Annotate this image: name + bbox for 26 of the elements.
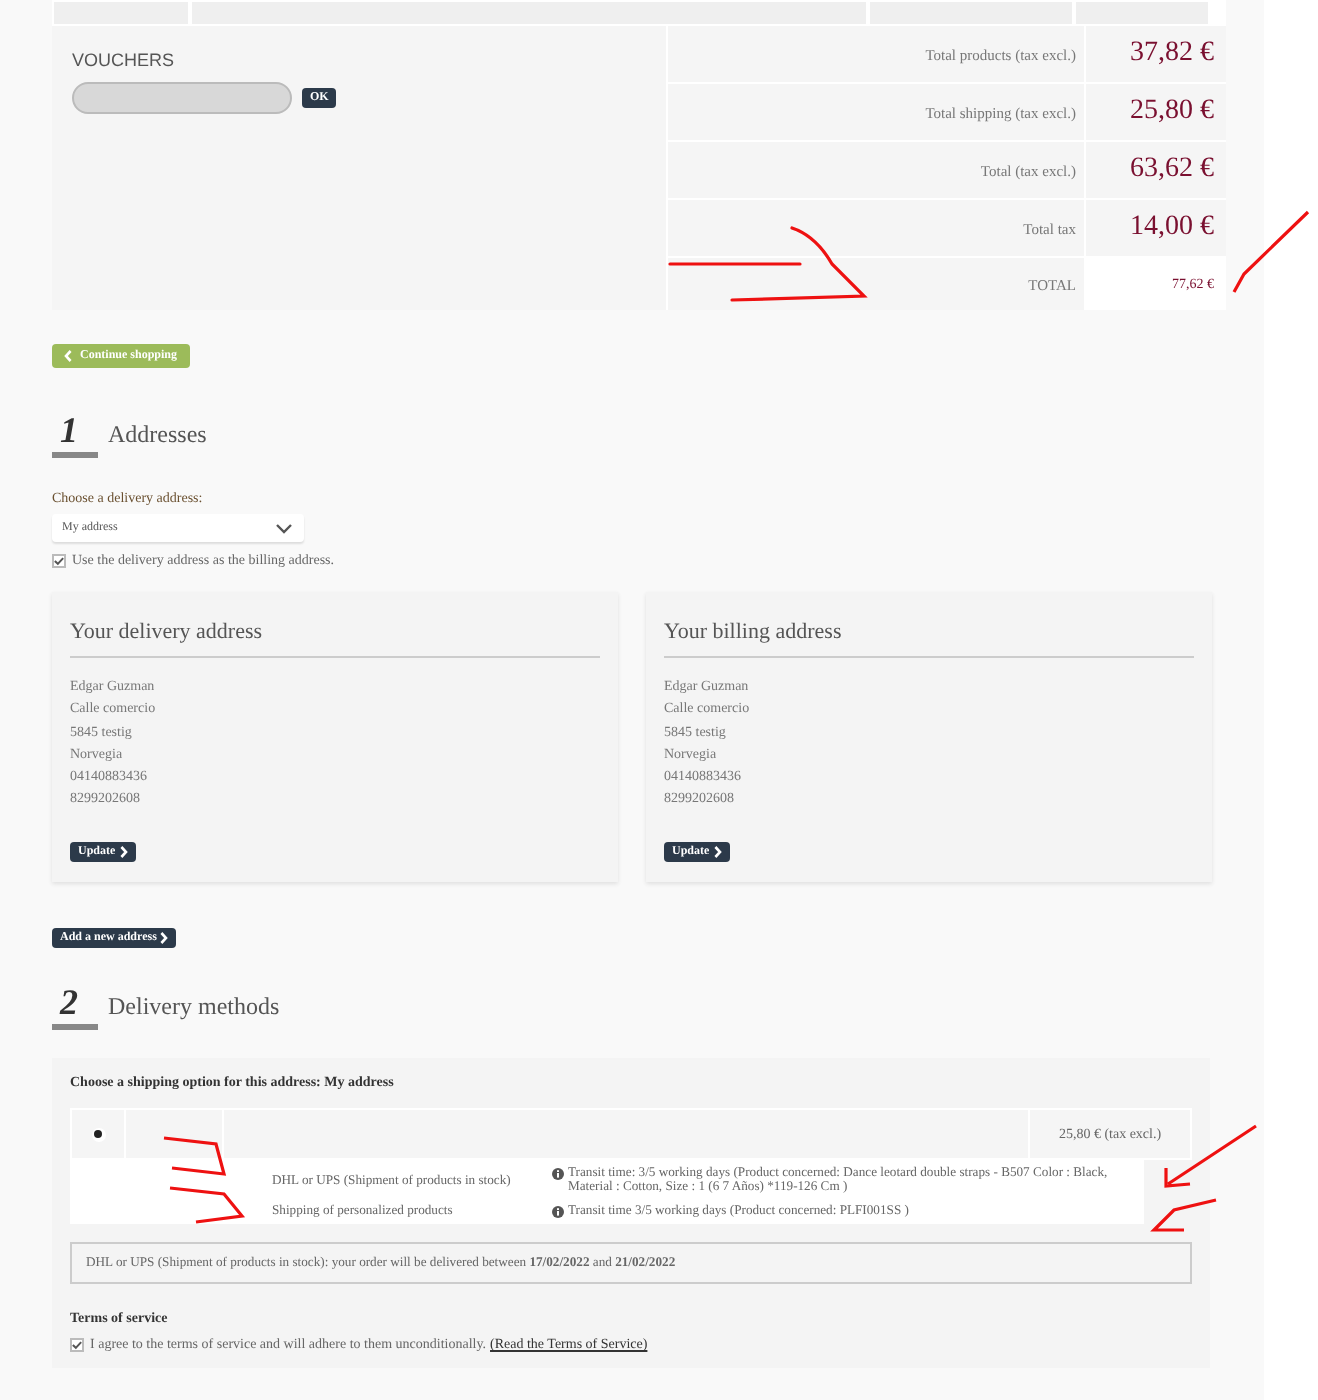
chevron-right-icon bbox=[160, 932, 169, 944]
section-title: Delivery methods bbox=[108, 992, 280, 1022]
chevron-down-icon bbox=[276, 523, 292, 533]
section-title: Addresses bbox=[108, 420, 207, 450]
voucher-field[interactable] bbox=[72, 82, 292, 114]
step-number: 1 bbox=[52, 410, 98, 458]
annotation-squiggle bbox=[163, 1136, 227, 1176]
total-value: 37,82 € bbox=[1086, 26, 1226, 82]
chevron-right-icon bbox=[713, 845, 722, 858]
annotation-squiggle bbox=[169, 1186, 246, 1224]
total-value: 25,80 € bbox=[1086, 84, 1226, 140]
checkbox[interactable] bbox=[52, 553, 66, 567]
checkbox[interactable] bbox=[70, 1337, 84, 1351]
card-title: Your billing address bbox=[664, 620, 1194, 658]
annotation-check bbox=[1232, 210, 1310, 293]
total-value: 14,00 € bbox=[1086, 200, 1226, 256]
radio-button[interactable] bbox=[91, 1127, 105, 1141]
chevron-right-icon bbox=[119, 845, 128, 858]
info-icon bbox=[552, 1206, 564, 1218]
info-icon bbox=[552, 1168, 564, 1180]
step-number: 2 bbox=[52, 982, 98, 1030]
vouchers-title: VOUCHERS bbox=[72, 50, 177, 70]
annotation-arrow bbox=[1164, 1124, 1258, 1188]
chevron-left-icon bbox=[64, 350, 72, 362]
card-title: Your delivery address bbox=[70, 620, 600, 658]
total-value: 63,62 € bbox=[1086, 142, 1226, 198]
